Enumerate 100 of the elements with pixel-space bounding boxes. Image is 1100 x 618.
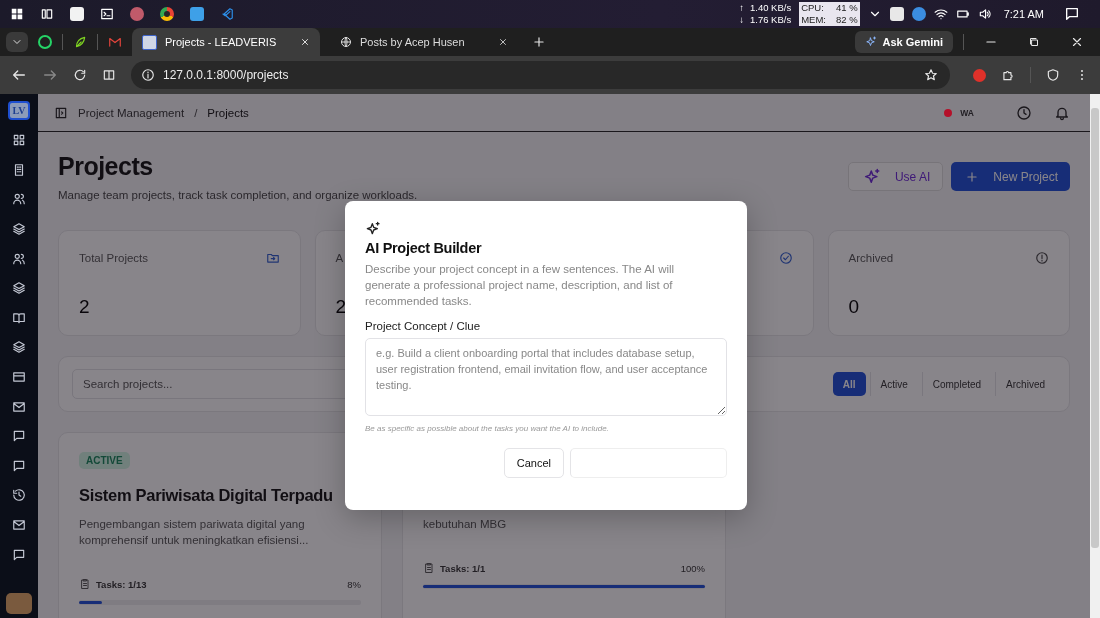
wifi-icon[interactable]: [933, 7, 948, 21]
battery-icon[interactable]: [955, 7, 970, 21]
avatar[interactable]: [6, 592, 32, 614]
split-view-icon[interactable]: [102, 68, 116, 82]
breadcrumb-separator: /: [194, 106, 198, 119]
app-icon[interactable]: [889, 7, 904, 21]
logo[interactable]: LV: [8, 101, 30, 120]
task-count: Tasks: 1/13: [96, 578, 147, 590]
address-bar[interactable]: 127.0.0.1:8000/projects: [131, 61, 950, 89]
star-icon[interactable]: [924, 68, 938, 82]
upload-arrow: ↑: [739, 2, 744, 14]
use-ai-button[interactable]: Use AI: [847, 162, 944, 191]
cpu-label: CPU:: [801, 2, 824, 14]
task-count: Tasks: 1/1: [440, 562, 486, 574]
users-icon[interactable]: [12, 251, 26, 266]
filter-tab[interactable]: Archived: [995, 372, 1055, 396]
building-icon[interactable]: [12, 162, 26, 177]
field-label: Project Concept / Clue: [365, 320, 482, 332]
field-hint: Be as specific as possible about the tasks you want the AI to include.: [365, 424, 610, 433]
info-icon[interactable]: [141, 68, 155, 82]
shield-icon[interactable]: [1046, 68, 1060, 82]
project-description: kebutuhan MBG: [423, 517, 508, 532]
project-title: Sistem Pariwisata Digital Terpadu: [79, 486, 333, 504]
filter-tab[interactable]: All: [832, 372, 866, 396]
stat-value: 2: [79, 296, 90, 318]
download-arrow: ↓: [739, 14, 744, 26]
sparkle-icon: [865, 36, 878, 48]
breadcrumb-current: Projects: [207, 106, 249, 119]
modal-description: Describe your project concept in a few sentences. The AI will generate a professional project name, description, and list of recommended tasks.: [365, 262, 676, 309]
progress-percent: 8%: [347, 578, 361, 590]
tab-search-button[interactable]: [6, 32, 28, 52]
history-icon[interactable]: [12, 488, 26, 503]
globe-icon: [340, 36, 352, 48]
browser-tab[interactable]: Posts by Acep Husen: [330, 28, 518, 56]
users-icon[interactable]: [12, 192, 26, 207]
terminal-icon[interactable]: [100, 7, 114, 21]
notification-icon[interactable]: [1064, 6, 1080, 22]
status-badge: ACTIVE: [79, 451, 130, 469]
code-editor-icon[interactable]: [220, 7, 234, 21]
plus-icon: [965, 169, 980, 184]
folder-icon: [265, 251, 280, 265]
chat-icon[interactable]: [12, 429, 26, 444]
reload-icon[interactable]: [73, 68, 87, 82]
chat-icon[interactable]: [12, 547, 26, 562]
book-icon[interactable]: [12, 310, 26, 325]
project-card[interactable]: ACTIVE Sistem Pariwisata Digital Terpadu Pengembangan sistem pariwata digital yang komprehensif untuk meningkatkan efisiensi... Tasks: 1/13 8%: [58, 432, 382, 618]
sidebar-toggle-icon[interactable]: [54, 105, 68, 120]
upload-speed: 1.40 KB/s: [749, 2, 792, 14]
clock-icon[interactable]: [1016, 104, 1032, 121]
grid-icon[interactable]: [12, 133, 26, 148]
restore-icon[interactable]: [1028, 36, 1040, 48]
sparkle-icon: [365, 221, 381, 237]
clock-time[interactable]: 7:21 AM: [1003, 8, 1044, 20]
concept-textarea[interactable]: e.g. Build a client onboarding portal that includes database setup, user registration frontend, email invitation flow, and user acceptance testing.: [365, 338, 727, 416]
project-description: Pengembangan sistem pariwata digital yang komprehensif untuk meningkatkan efisiensi...: [79, 517, 310, 548]
mail-icon[interactable]: [12, 399, 26, 414]
modal-title: AI Project Builder: [365, 240, 483, 256]
cancel-button[interactable]: Cancel: [503, 448, 564, 478]
start-icon[interactable]: [10, 7, 24, 21]
forward-icon[interactable]: [42, 67, 58, 83]
stat-label: Total Projects: [79, 252, 149, 264]
memory-label: MEM:: [801, 14, 826, 26]
browser-icon[interactable]: [160, 7, 174, 21]
status-label: WA: [960, 107, 974, 118]
card-icon[interactable]: [12, 370, 26, 385]
breadcrumb-link[interactable]: Project Management: [78, 106, 185, 119]
clipboard-icon: [423, 562, 435, 574]
stat-label: A: [335, 252, 344, 264]
close-icon[interactable]: [300, 37, 310, 47]
scrollbar[interactable]: [1090, 94, 1100, 618]
layers-icon[interactable]: [12, 222, 26, 237]
new-tab-icon[interactable]: [532, 35, 546, 49]
filter-tab[interactable]: Active: [869, 372, 918, 396]
cpu-value: 41 %: [836, 2, 858, 14]
stat-value: 0: [848, 296, 860, 318]
extension-icon[interactable]: [973, 68, 986, 82]
logo-icon: [142, 34, 157, 50]
ask-gemini-button[interactable]: Ask Gemini: [855, 31, 953, 53]
chat-icon[interactable]: [38, 35, 52, 49]
sparkle-icon: [862, 167, 881, 186]
stat-label: Archived: [848, 252, 894, 264]
puzzle-icon[interactable]: [1001, 68, 1015, 82]
layers-icon[interactable]: [12, 281, 26, 296]
layers-icon[interactable]: [12, 340, 26, 355]
close-icon[interactable]: [1070, 35, 1084, 49]
speaker-icon[interactable]: [977, 7, 992, 21]
back-icon[interactable]: [11, 67, 27, 83]
task-view-icon[interactable]: [40, 7, 54, 21]
browser-tab[interactable]: Projects - LEADVERIS: [132, 28, 320, 56]
chat-icon[interactable]: [12, 458, 26, 473]
download-speed: 1.76 KB/s: [749, 14, 792, 26]
mail-icon[interactable]: [12, 518, 26, 532]
new-project-button[interactable]: New Project: [951, 162, 1070, 191]
clipboard-icon: [79, 578, 91, 590]
page-title: Projects: [58, 152, 154, 180]
leaf-icon[interactable]: [73, 35, 87, 49]
stat-value: 2: [335, 296, 347, 318]
page-subtitle: Manage team projects, track task completion, and organize workloads.: [58, 189, 418, 201]
close-icon[interactable]: [498, 37, 508, 47]
filter-tab[interactable]: Completed: [921, 372, 992, 396]
